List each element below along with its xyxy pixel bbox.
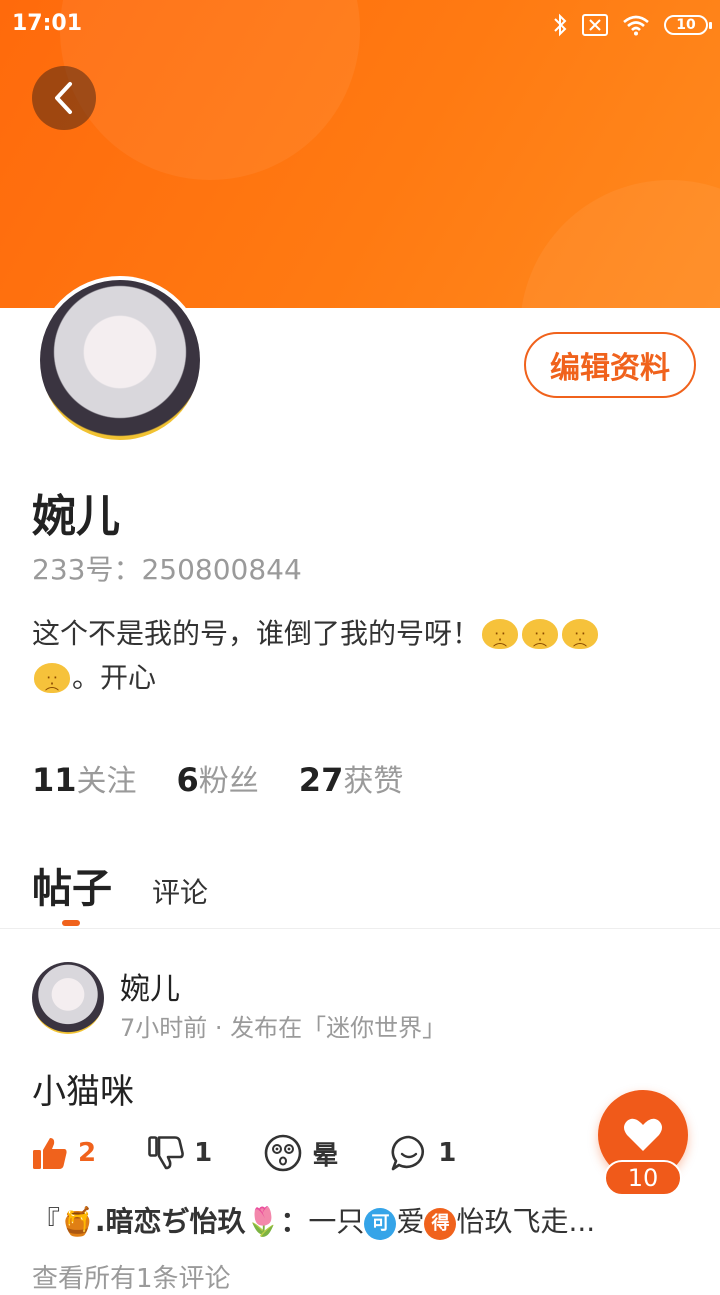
post-meta: 7小时前 · 发布在「迷你世界」 — [120, 1014, 447, 1042]
frown-emoji-icon — [34, 659, 70, 717]
stat-followers[interactable]: 6粉丝 — [177, 756, 259, 800]
comment-count: 1 — [438, 1138, 457, 1168]
status-time: 17:01 — [12, 11, 83, 36]
tab-comments[interactable]: 评论 — [152, 871, 208, 911]
wifi-icon — [623, 15, 649, 36]
dizzy-face-icon — [264, 1134, 302, 1172]
comment-bubble-icon — [391, 1135, 425, 1171]
edit-profile-button[interactable]: 编辑资料 — [524, 332, 696, 398]
dislike-button[interactable]: 1 — [148, 1136, 212, 1170]
bio-text-end: 。开心 — [72, 661, 157, 694]
bluetooth-icon — [554, 13, 567, 37]
badge-de: 得 — [424, 1208, 457, 1240]
post-actions: 2 1 晕 1 — [32, 1134, 508, 1172]
profile-username: 婉儿 — [32, 491, 120, 542]
no-sim-icon — [582, 14, 608, 36]
dizzy-button[interactable]: 晕 — [264, 1134, 338, 1172]
stat-likes: 27获赞 — [298, 761, 404, 799]
like-button[interactable]: 2 — [32, 1136, 96, 1170]
profile-bio: 这个不是我的号，谁倒了我的号呀！ 。开心 — [32, 612, 682, 717]
badge-ke: 可 — [364, 1208, 397, 1240]
status-bar: 17:01 10 — [0, 0, 720, 50]
bio-text: 这个不是我的号，谁倒了我的号呀！ — [32, 617, 481, 650]
honey-pot-icon: 🍯 — [60, 1205, 95, 1238]
tulip-icon: 🌷 — [245, 1205, 281, 1238]
heart-icon — [624, 1118, 662, 1151]
thumbs-down-icon — [148, 1136, 184, 1170]
stat-following[interactable]: 11关注 — [32, 756, 137, 800]
thumbs-up-icon — [33, 1138, 67, 1169]
tab-active-indicator — [62, 920, 80, 926]
favorite-count: 10 — [604, 1160, 682, 1196]
tab-posts[interactable]: 帖子 — [32, 856, 112, 914]
frown-emoji-icon — [482, 615, 519, 673]
like-count: 2 — [78, 1138, 97, 1168]
profile-stats: 11关注 6粉丝 27获赞 — [32, 756, 403, 800]
battery-icon: 10 — [664, 15, 712, 35]
frown-emoji-icon — [562, 615, 599, 673]
view-all-comments-link[interactable]: 查看所有1条评论 — [32, 1258, 231, 1295]
back-button[interactable] — [32, 66, 96, 130]
divider — [0, 928, 720, 929]
post-author-avatar[interactable] — [32, 962, 104, 1034]
post-content[interactable]: 小猫咪 — [32, 1064, 134, 1113]
comment-button[interactable]: 1 — [390, 1134, 456, 1172]
dizzy-label: 晕 — [312, 1140, 339, 1171]
comment-user[interactable]: .暗恋ぢ怡玖 — [95, 1205, 246, 1238]
dislike-count: 1 — [194, 1138, 213, 1168]
profile-id: 233号：250800844 — [32, 553, 302, 586]
frown-emoji-icon — [522, 615, 559, 673]
chevron-left-icon — [55, 82, 72, 114]
content-tabs: 帖子 评论 — [32, 856, 208, 914]
comment-preview[interactable]: 『🍯.暗恋ぢ怡玖🌷：一只可爱得怡玖飞走... — [32, 1200, 672, 1240]
post-author-name[interactable]: 婉儿 — [120, 964, 180, 1008]
profile-avatar[interactable] — [36, 276, 204, 444]
